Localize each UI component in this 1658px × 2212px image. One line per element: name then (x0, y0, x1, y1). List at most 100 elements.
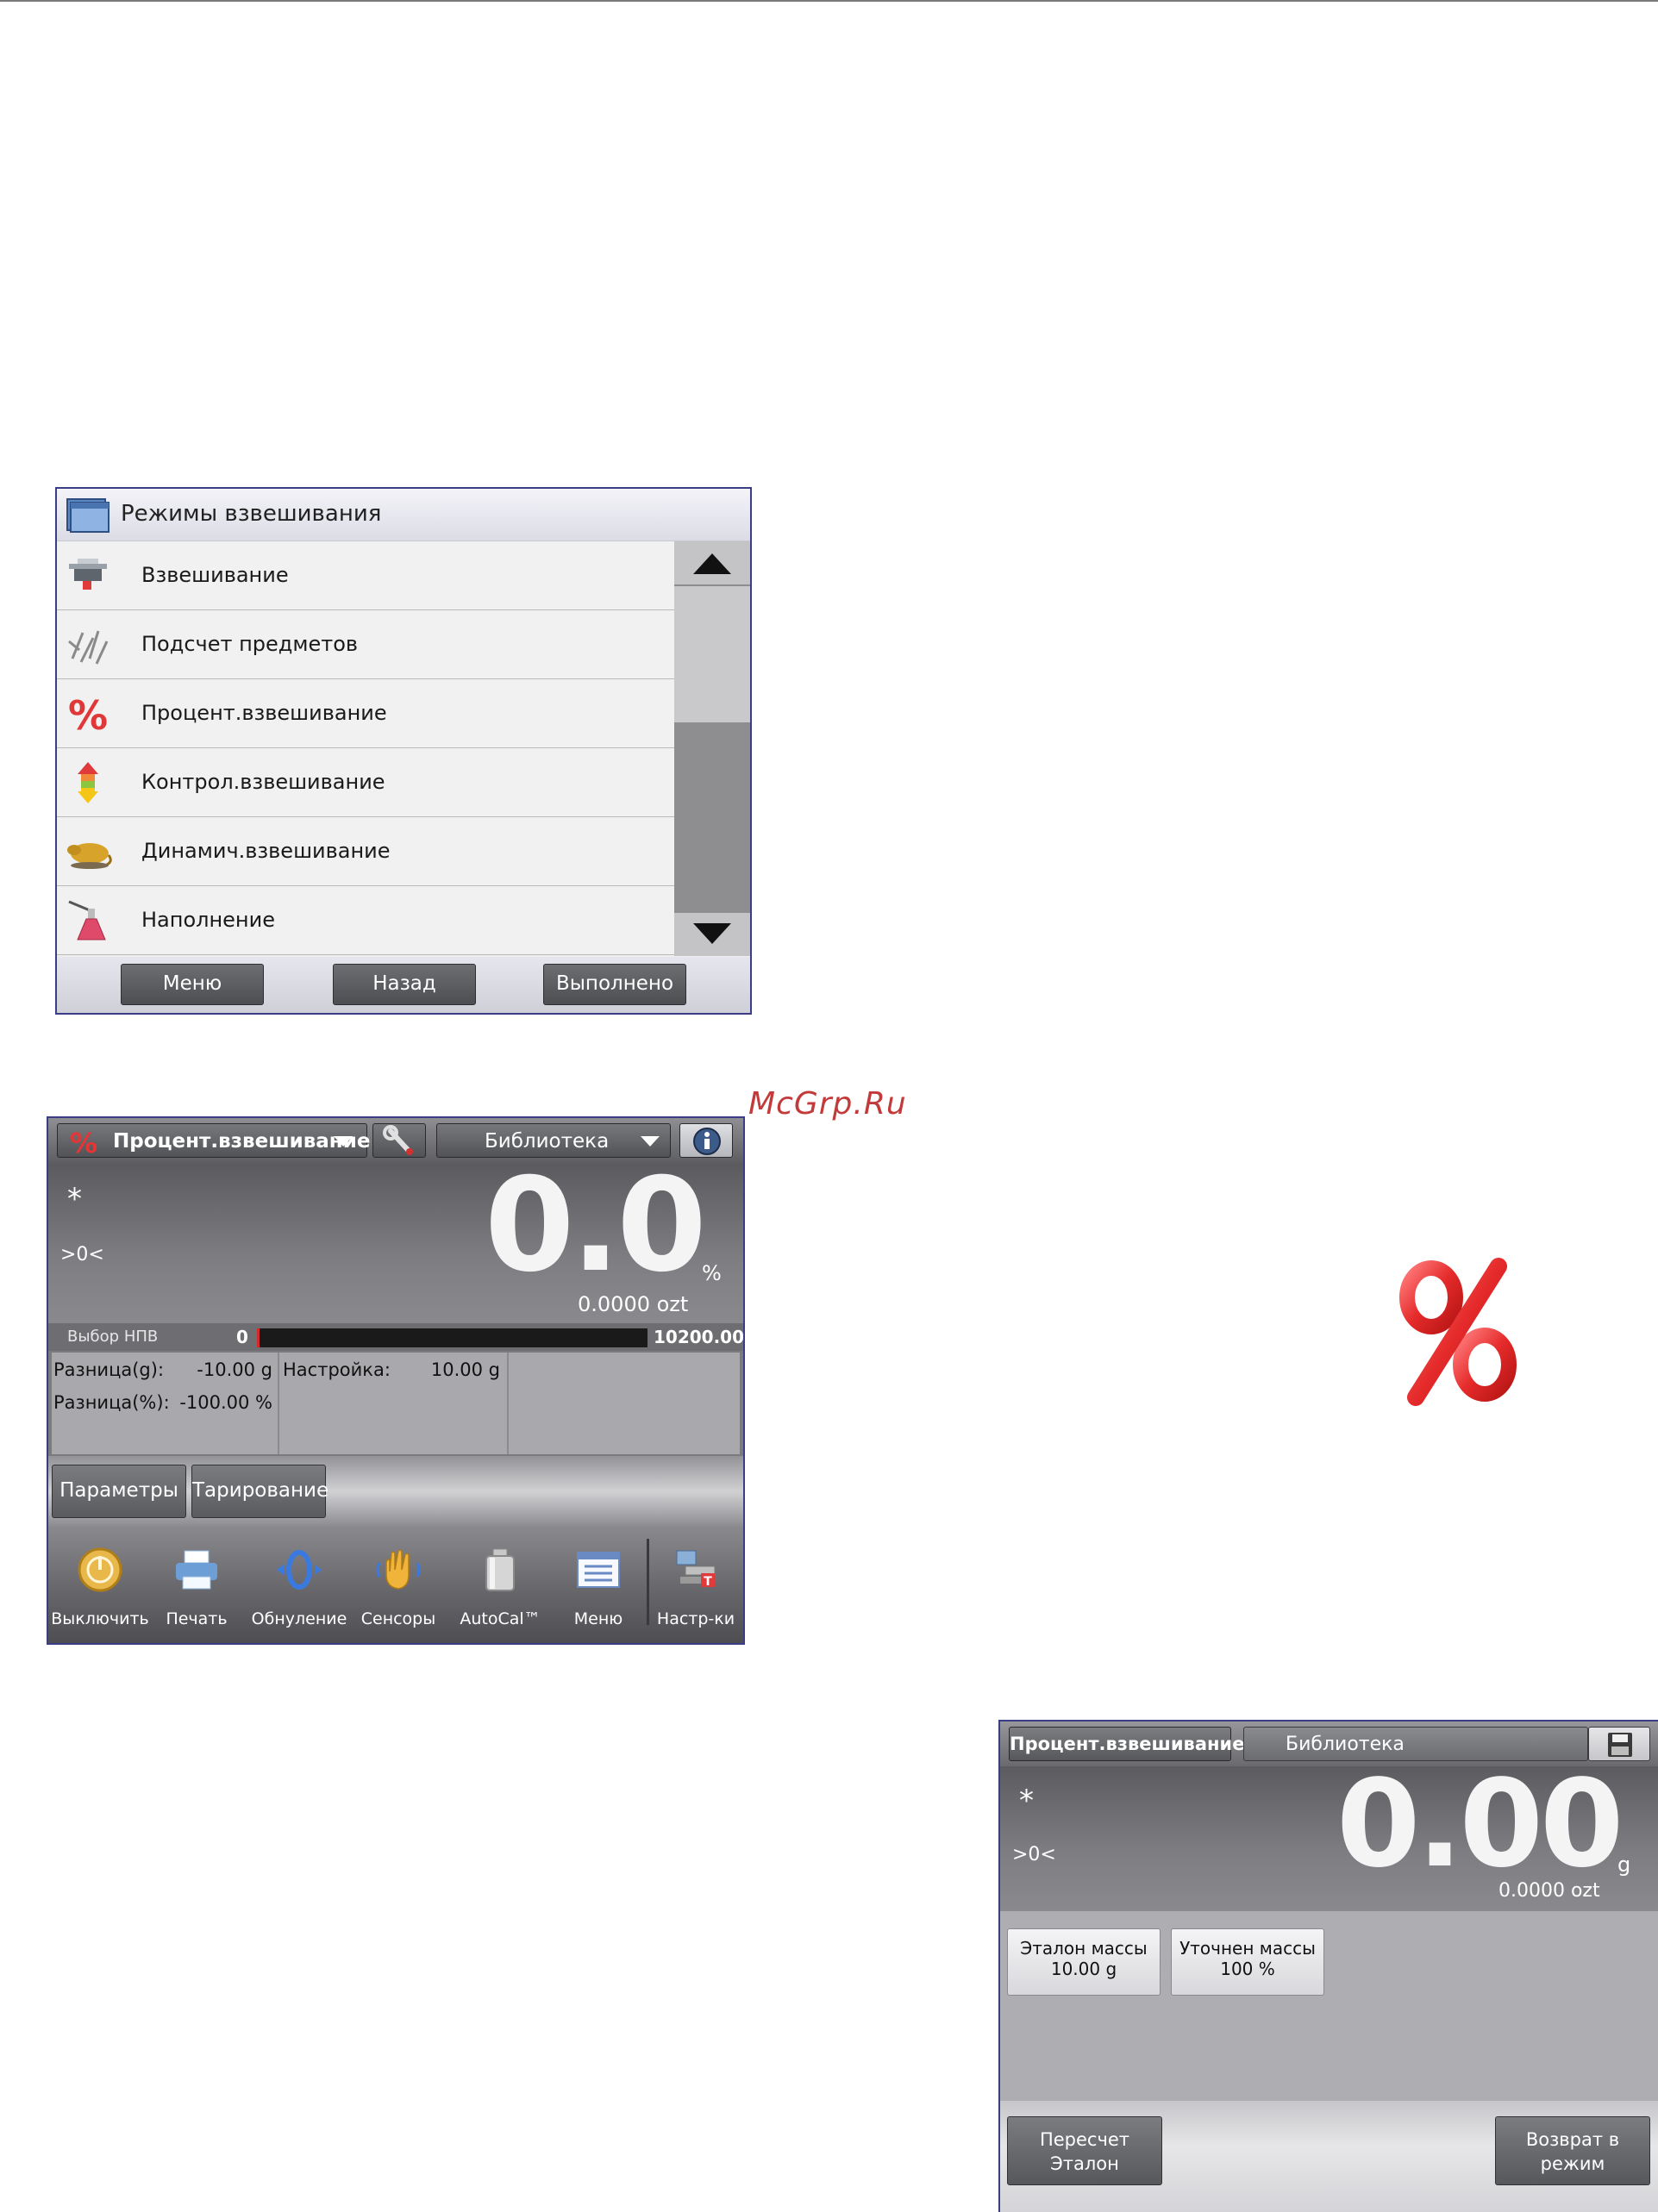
secondary-reading: 0.0000 ozt (1498, 1880, 1600, 1902)
zero-indicator: >0< (1012, 1844, 1056, 1865)
done-button[interactable]: Выполнено (543, 964, 686, 1005)
modes-scrollbar[interactable] (674, 541, 750, 956)
mode-label-button[interactable]: Процент.взвешивание (1009, 1727, 1244, 1761)
reference-setup-screen: Процент.взвешивание Библиотека * >0< 0.0… (998, 1720, 1658, 2212)
diff-g-label: Разница(g): (53, 1359, 165, 1380)
capacity-min: 0 (236, 1327, 248, 1347)
nav-divider (647, 1539, 649, 1625)
diff-pct-value: -100.00 % (179, 1392, 272, 1413)
mode-item-weighing[interactable]: Взвешивание (57, 541, 674, 610)
menu-list-icon (577, 1552, 620, 1588)
svg-text:%: % (68, 692, 108, 738)
tare-button[interactable]: Тарирование (191, 1465, 328, 1518)
modes-footer: Меню Назад Выполнено (57, 957, 750, 1013)
zero-indicator: >0< (60, 1244, 104, 1265)
screen-footer: Пересчет Эталон Возврат в режим (1000, 2101, 1658, 2212)
stable-indicator: * (67, 1182, 82, 1216)
return-to-mode-button[interactable]: Возврат в режим (1495, 2116, 1650, 2185)
svg-text:%: % (70, 1127, 97, 1157)
nav-sensors[interactable]: Сенсоры (347, 1527, 450, 1643)
animal-weighing-icon (67, 843, 112, 869)
recalculate-line-1: Пересчет (1039, 2129, 1130, 2150)
reference-mass-button[interactable]: Эталон массы 10.00 g (1007, 1928, 1161, 1996)
large-percent-icon (1399, 1258, 1517, 1406)
setting-value: 10.00 g (430, 1359, 500, 1380)
capacity-max: 10200.00 (654, 1327, 745, 1347)
svg-text:T: T (704, 1575, 712, 1589)
weight-display: * >0< 0.00 g 0.0000 ozt (1000, 1754, 1658, 1911)
mode-item-check-weighing[interactable]: Контрол.взвешивание (57, 748, 674, 817)
scroll-down-button[interactable] (674, 913, 750, 956)
mode-settings-button[interactable] (372, 1123, 426, 1158)
mode-item-filling[interactable]: Наполнение (57, 886, 674, 955)
stable-indicator: * (1019, 1784, 1034, 1818)
nav-menu[interactable]: Меню (547, 1527, 650, 1643)
info-cell-empty (509, 1353, 740, 1454)
scroll-up-button[interactable] (674, 541, 750, 584)
mode-item-label: Процент.взвешивание (141, 701, 387, 725)
nav-label: Печать (166, 1609, 228, 1628)
printer-icon (176, 1550, 217, 1590)
library-label: Библиотека (1286, 1734, 1405, 1755)
check-weighing-icon (78, 762, 98, 803)
mode-item-animal-weighing[interactable]: Динамич.взвешивание (57, 817, 674, 886)
mode-selector[interactable]: % Процент.взвешивание (57, 1123, 371, 1158)
percent-icon: % (70, 1127, 97, 1157)
scale-icon (69, 559, 107, 590)
triangle-down-icon (693, 923, 731, 944)
library-label: Библиотека (485, 1130, 610, 1153)
navigation-bar: Выключить Печать Обнуление Сенсоры AutoC… (48, 1527, 743, 1643)
reference-mass-value: 10.00 g (1050, 1959, 1117, 1979)
page-top-rule (0, 0, 1658, 2)
adjusted-mass-button[interactable]: Уточнен массы 100 % (1171, 1928, 1324, 1996)
mode-item-percent-weighing[interactable]: % Процент.взвешивание (57, 679, 674, 748)
mode-item-label: Подсчет предметов (141, 632, 359, 656)
mode-selector-label: Процент.взвешивание (113, 1130, 371, 1153)
back-button[interactable]: Назад (333, 964, 476, 1005)
return-line-2: режим (1540, 2153, 1605, 2174)
recalculate-reference-button[interactable]: Пересчет Эталон (1007, 2116, 1162, 2185)
calibration-weight-icon (485, 1548, 515, 1591)
nav-power[interactable]: Выключить (48, 1527, 152, 1643)
nav-label: AutoCal™ (460, 1609, 541, 1628)
mode-item-label: Наполнение (141, 908, 275, 932)
power-icon (78, 1547, 122, 1592)
nav-setup[interactable]: T Настр-ки (648, 1527, 743, 1643)
main-reading: 0.00 (1336, 1754, 1624, 1895)
mode-item-label: Взвешивание (141, 563, 289, 587)
info-cell-setting: Настройка: 10.00 g (279, 1353, 509, 1454)
nav-label: Меню (573, 1609, 623, 1628)
wrench-icon (383, 1125, 413, 1155)
main-reading: 0.0 (485, 1151, 707, 1301)
mode-item-label: Контрол.взвешивание (141, 770, 385, 794)
mode-item-parts-counting[interactable]: Подсчет предметов (57, 610, 674, 679)
modes-title: Режимы взвешивания (121, 501, 382, 527)
capacity-progress (257, 1328, 648, 1347)
percent-weighing-screen: % Процент.взвешивание Библиотека * >0< 0… (47, 1116, 745, 1645)
watermark-text: McGrp.Ru (748, 1086, 907, 1122)
setting-label: Настройка: (283, 1359, 391, 1380)
nav-autocal[interactable]: AutoCal™ (445, 1527, 555, 1643)
nav-print[interactable]: Печать (145, 1527, 248, 1643)
diff-g-value: -10.00 g (197, 1359, 272, 1380)
parts-counting-icon (68, 630, 109, 665)
secondary-reading: 0.0000 ozt (578, 1292, 689, 1316)
percent-icon: % (68, 692, 108, 738)
window-icon (66, 498, 109, 533)
diff-pct-label: Разница(%): (53, 1392, 170, 1413)
nav-label: Сенсоры (360, 1609, 436, 1628)
triangle-up-icon (693, 553, 731, 574)
weighing-modes-screen: Режимы взвешивания Взвешивание Подсчет п… (55, 487, 752, 1015)
nav-label: Выключить (51, 1609, 149, 1628)
parameters-button[interactable]: Параметры (52, 1465, 186, 1518)
chevron-down-icon (334, 1136, 353, 1147)
capacity-label: Выбор НПВ (67, 1328, 159, 1346)
modes-list: Взвешивание Подсчет предметов % Процент.… (57, 541, 674, 956)
adjusted-mass-value: 100 % (1220, 1959, 1275, 1979)
menu-button[interactable]: Меню (121, 964, 264, 1005)
zero-icon (277, 1550, 322, 1590)
nav-zero[interactable]: Обнуление (243, 1527, 355, 1643)
setup-icon: T (676, 1550, 716, 1589)
scroll-thumb[interactable] (674, 586, 750, 722)
recalculate-line-2: Эталон (1050, 2153, 1119, 2174)
